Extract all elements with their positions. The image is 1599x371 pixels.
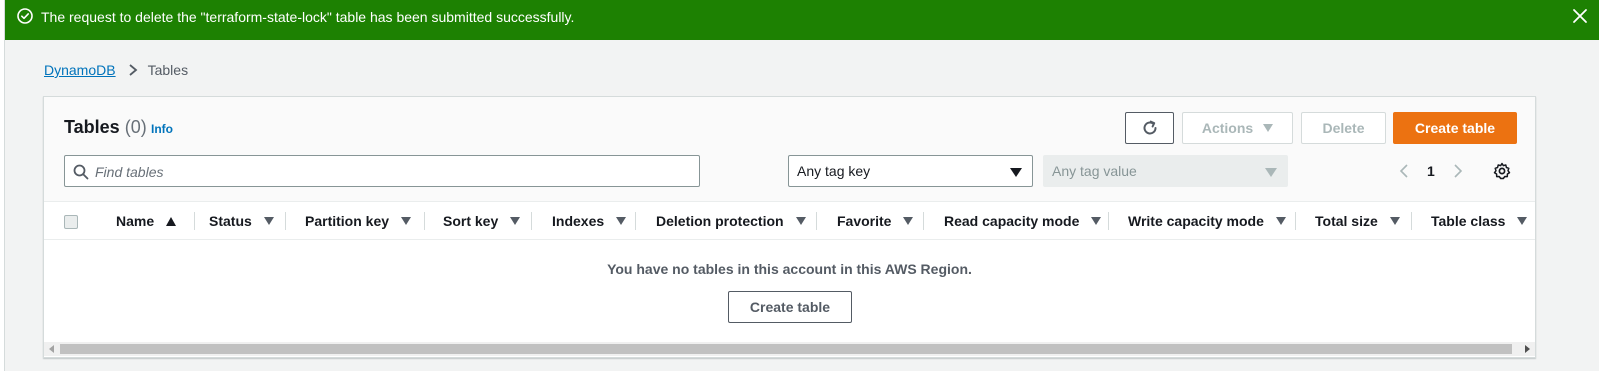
horizontal-scrollbar[interactable] bbox=[44, 342, 1535, 356]
chevron-right-icon bbox=[129, 64, 137, 76]
column-header-total-size[interactable]: Total size bbox=[1315, 202, 1400, 240]
delete-button[interactable]: Delete bbox=[1301, 112, 1386, 144]
sort-icon bbox=[401, 217, 412, 225]
actions-dropdown-button[interactable]: Actions bbox=[1182, 112, 1293, 144]
empty-create-table-label: Create table bbox=[749, 299, 831, 315]
select-all-checkbox bbox=[64, 215, 78, 229]
sort-icon bbox=[510, 217, 521, 225]
create-table-label: Create table bbox=[1414, 120, 1496, 136]
refresh-icon bbox=[1143, 120, 1156, 135]
pagination: 1 bbox=[1399, 161, 1463, 181]
column-header-indexes[interactable]: Indexes bbox=[552, 202, 627, 240]
sort-icon bbox=[1517, 217, 1528, 225]
sort-icon bbox=[616, 217, 627, 225]
gear-icon[interactable] bbox=[1493, 162, 1511, 180]
column-header-favorite[interactable]: Favorite bbox=[837, 202, 914, 240]
empty-create-table-button[interactable]: Create table bbox=[728, 291, 852, 323]
breadcrumb-dynamodb-link[interactable]: DynamoDB bbox=[44, 62, 116, 78]
search-icon bbox=[73, 164, 89, 180]
actions-label: Actions bbox=[1201, 120, 1254, 136]
refresh-button[interactable] bbox=[1125, 112, 1174, 144]
next-page-icon[interactable] bbox=[1453, 164, 1463, 178]
scrollbar-thumb[interactable] bbox=[60, 344, 1512, 354]
close-icon[interactable] bbox=[1571, 7, 1589, 25]
breadcrumb: DynamoDB Tables bbox=[44, 62, 188, 78]
delete-label: Delete bbox=[1322, 120, 1365, 136]
success-flash-banner: The request to delete the "terraform-sta… bbox=[5, 0, 1599, 40]
empty-state-message: You have no tables in this account in th… bbox=[607, 261, 972, 277]
sort-icon bbox=[903, 217, 914, 225]
tag-key-select[interactable]: Any tag key bbox=[788, 155, 1033, 187]
sort-ascending-icon bbox=[166, 216, 177, 226]
left-edge bbox=[0, 0, 5, 371]
sort-icon bbox=[1275, 217, 1286, 225]
column-header-status[interactable]: Status bbox=[209, 202, 274, 240]
tables-panel: Tables (0) Info Actions Delete Create ta… bbox=[43, 96, 1536, 358]
column-header-sort-key[interactable]: Sort key bbox=[443, 202, 521, 240]
panel-header: Tables (0) Info Actions Delete Create ta… bbox=[44, 97, 1535, 202]
breadcrumb-current: Tables bbox=[147, 62, 189, 78]
column-header-partition-key[interactable]: Partition key bbox=[305, 202, 412, 240]
info-link[interactable]: Info bbox=[151, 122, 173, 136]
search-input[interactable] bbox=[95, 162, 685, 182]
column-header-write-capacity-mode[interactable]: Write capacity mode bbox=[1128, 202, 1286, 240]
create-table-button[interactable]: Create table bbox=[1393, 112, 1517, 144]
page-title: Tables (0) bbox=[64, 117, 147, 138]
column-header-deletion-protection[interactable]: Deletion protection bbox=[656, 202, 806, 240]
tag-value-select: Any tag value bbox=[1043, 155, 1288, 187]
tag-value-placeholder: Any tag value bbox=[1052, 163, 1137, 179]
sort-icon bbox=[263, 217, 274, 225]
column-header-name[interactable]: Name bbox=[116, 202, 177, 240]
current-page-number[interactable]: 1 bbox=[1427, 163, 1435, 179]
scroll-left-icon[interactable] bbox=[49, 345, 54, 353]
flash-message: The request to delete the "terraform-sta… bbox=[41, 9, 575, 25]
search-field[interactable] bbox=[64, 155, 700, 187]
success-circle-icon bbox=[17, 8, 33, 24]
caret-down-icon bbox=[1263, 124, 1274, 132]
column-header-table-class[interactable]: Table class bbox=[1431, 202, 1528, 240]
sort-icon bbox=[1091, 217, 1102, 225]
sort-icon bbox=[1389, 217, 1400, 225]
column-header-read-capacity-mode[interactable]: Read capacity mode bbox=[944, 202, 1102, 240]
scroll-right-icon[interactable] bbox=[1525, 345, 1530, 353]
title-text: Tables bbox=[64, 117, 120, 137]
table-count: (0) bbox=[124, 117, 147, 137]
table-header-row: Name Status Partition key Sort key Index… bbox=[44, 202, 1535, 240]
previous-page-icon[interactable] bbox=[1399, 164, 1409, 178]
sort-icon bbox=[795, 217, 806, 225]
caret-down-icon bbox=[1265, 168, 1277, 177]
caret-down-icon bbox=[1010, 168, 1022, 177]
tag-key-value: Any tag key bbox=[797, 163, 871, 179]
